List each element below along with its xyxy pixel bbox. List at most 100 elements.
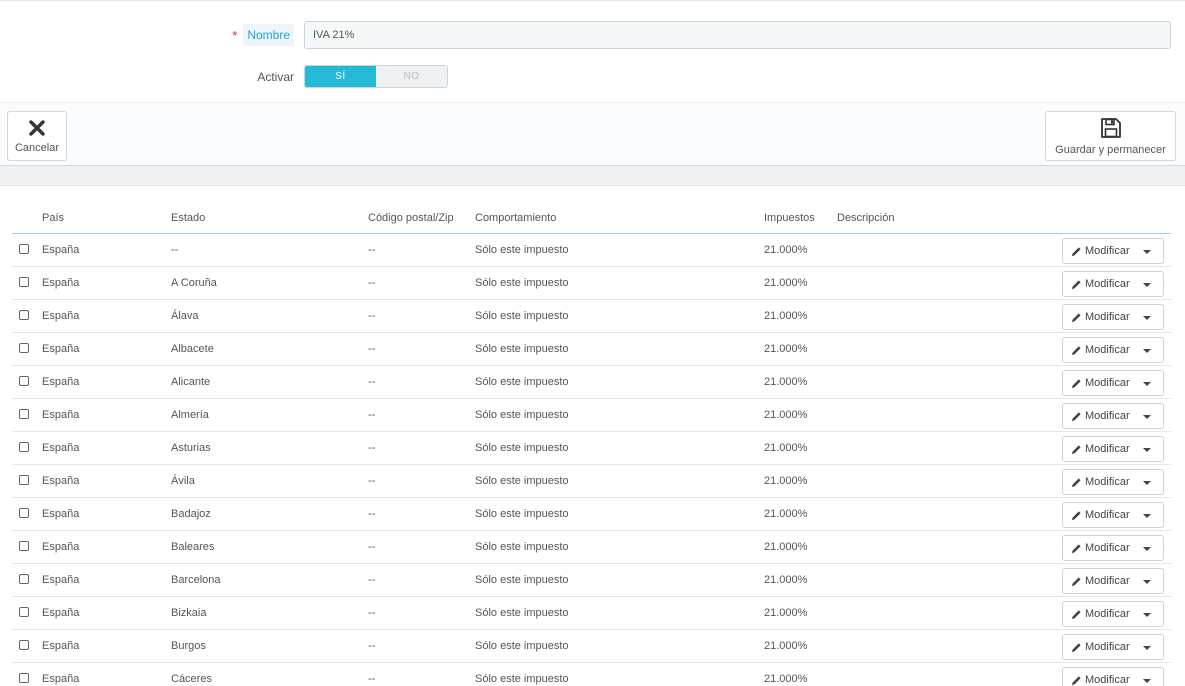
cell-pais: España [42,541,80,553]
cell-zip: -- [368,244,376,256]
pencil-icon [1071,477,1081,487]
active-switch[interactable]: SÍ NO [304,65,448,88]
modify-button[interactable]: Modificar [1063,338,1130,362]
row-checkbox[interactable] [19,376,29,386]
cell-zip: -- [368,343,376,355]
modify-label: Modificar [1085,377,1130,389]
row-actions: Modificar [1062,634,1164,660]
row-checkbox[interactable] [19,277,29,287]
caret-down-icon[interactable] [1143,514,1151,518]
switch-yes[interactable]: SÍ [305,66,376,87]
table-row: España Asturias -- Sólo este impuesto 21… [12,432,1171,465]
pencil-icon [1071,642,1081,652]
cell-impuestos: 21.000% [764,442,808,454]
caret-down-icon[interactable] [1143,316,1151,320]
cell-zip: -- [368,277,376,289]
modify-button[interactable]: Modificar [1063,272,1130,296]
row-checkbox[interactable] [19,442,29,452]
modify-button[interactable]: Modificar [1063,668,1130,686]
header-impuestos[interactable]: Impuestos [764,212,815,224]
cell-estado: Álava [171,310,199,322]
modify-label: Modificar [1085,608,1130,620]
switch-no[interactable]: NO [376,66,447,87]
cell-impuestos: 21.000% [764,640,808,652]
row-checkbox[interactable] [19,244,29,254]
cell-zip: -- [368,442,376,454]
caret-down-icon[interactable] [1143,646,1151,650]
cell-pais: España [42,640,80,652]
cell-comportamiento: Sólo este impuesto [475,607,569,619]
caret-down-icon[interactable] [1143,547,1151,551]
caret-down-icon[interactable] [1143,382,1151,386]
table-body: España -- -- Sólo este impuesto 21.000% … [12,234,1171,686]
modify-label: Modificar [1085,641,1130,653]
row-checkbox[interactable] [19,673,29,683]
caret-down-icon[interactable] [1143,580,1151,584]
pencil-icon [1071,576,1081,586]
modify-button[interactable]: Modificar [1063,536,1130,560]
modify-button[interactable]: Modificar [1063,635,1130,659]
row-checkbox[interactable] [19,607,29,617]
cell-pais: España [42,277,80,289]
row-checkbox[interactable] [19,475,29,485]
name-row: * Nombre [0,20,1185,50]
cell-impuestos: 21.000% [764,475,808,487]
caret-down-icon[interactable] [1143,250,1151,254]
row-actions: Modificar [1062,601,1164,627]
caret-down-icon[interactable] [1143,448,1151,452]
pencil-icon [1071,378,1081,388]
caret-down-icon[interactable] [1143,481,1151,485]
modify-button[interactable]: Modificar [1063,602,1130,626]
modify-button[interactable]: Modificar [1063,404,1130,428]
modify-label: Modificar [1085,575,1130,587]
modify-button[interactable]: Modificar [1063,437,1130,461]
cell-zip: -- [368,508,376,520]
cell-comportamiento: Sólo este impuesto [475,541,569,553]
cell-estado: Alicante [171,376,211,388]
cell-estado: -- [171,244,179,256]
header-estado[interactable]: Estado [171,212,205,224]
row-checkbox[interactable] [19,640,29,650]
cell-estado: Cáceres [171,673,212,685]
row-checkbox[interactable] [19,541,29,551]
modify-button[interactable]: Modificar [1063,239,1130,263]
cell-estado: Albacete [171,343,214,355]
caret-down-icon[interactable] [1143,415,1151,419]
cell-pais: España [42,442,80,454]
name-input[interactable] [304,21,1171,49]
section-divider [0,166,1185,186]
pencil-icon [1071,411,1081,421]
modify-button[interactable]: Modificar [1063,470,1130,494]
modify-button[interactable]: Modificar [1063,371,1130,395]
row-checkbox[interactable] [19,409,29,419]
header-descripcion[interactable]: Descripción [837,212,894,224]
row-actions: Modificar [1062,370,1164,396]
cell-estado: Ávila [171,475,195,487]
save-and-stay-button[interactable]: Guardar y permanecer [1045,111,1176,161]
modify-button[interactable]: Modificar [1063,569,1130,593]
header-zip[interactable]: Código postal/Zip [368,212,454,224]
cell-estado: Bizkaia [171,607,207,619]
table-row: España Barcelona -- Sólo este impuesto 2… [12,564,1171,597]
modify-button[interactable]: Modificar [1063,503,1130,527]
caret-down-icon[interactable] [1143,613,1151,617]
row-checkbox[interactable] [19,310,29,320]
cell-comportamiento: Sólo este impuesto [475,310,569,322]
cancel-button[interactable]: Cancelar [7,111,67,161]
header-comportamiento[interactable]: Comportamiento [475,212,556,224]
cell-impuestos: 21.000% [764,541,808,553]
row-checkbox[interactable] [19,574,29,584]
cell-estado: Badajoz [171,508,211,520]
caret-down-icon[interactable] [1143,349,1151,353]
pencil-icon [1071,543,1081,553]
modify-label: Modificar [1085,410,1130,422]
row-checkbox[interactable] [19,343,29,353]
modify-button[interactable]: Modificar [1063,305,1130,329]
caret-down-icon[interactable] [1143,283,1151,287]
table-row: España -- -- Sólo este impuesto 21.000% … [12,234,1171,267]
table-row: España Burgos -- Sólo este impuesto 21.0… [12,630,1171,663]
header-pais[interactable]: País [42,212,64,224]
caret-down-icon[interactable] [1143,679,1151,683]
modify-label: Modificar [1085,509,1130,521]
row-checkbox[interactable] [19,508,29,518]
